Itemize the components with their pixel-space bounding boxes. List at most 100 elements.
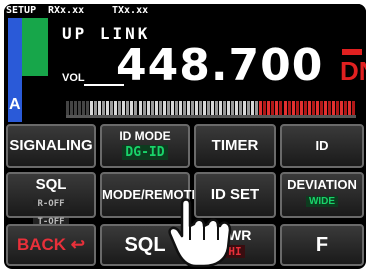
meter-segment [263, 101, 267, 115]
dn-mode-indicator: DN [340, 56, 366, 86]
meter-segment [82, 101, 86, 115]
meter-segment [74, 101, 78, 115]
meter-segment [215, 101, 219, 115]
meter-segment [211, 101, 215, 115]
pointing-hand-icon [168, 198, 232, 268]
f-label: F [315, 234, 329, 256]
meter-segment [198, 101, 202, 115]
signaling-button[interactable]: SIGNALING [6, 124, 96, 168]
sql-button[interactable]: SQL R-OFF T-OFF [6, 172, 96, 227]
meter-segment [307, 101, 311, 115]
meter-segment [174, 101, 178, 115]
meter-segment [319, 101, 323, 115]
id-mode-value: DG-ID [122, 145, 168, 160]
meter-segment [142, 101, 146, 115]
meter-segment [194, 101, 198, 115]
meter-segment [206, 101, 210, 115]
meter-segment [219, 101, 223, 115]
meter-segment [186, 101, 190, 115]
meter-segment [126, 101, 130, 115]
meter-segment [267, 101, 271, 115]
sql-label: SQL [35, 176, 67, 193]
meter-segment [279, 101, 283, 115]
status-bar: SETUP RXx.xx TXx.xx [4, 4, 366, 18]
deviation-value: WIDE [305, 196, 339, 207]
meter-segment [311, 101, 315, 115]
dn-tab [342, 49, 362, 55]
meter-segment [351, 101, 355, 115]
meter-segment [251, 101, 255, 115]
meter-segment [339, 101, 343, 115]
meter-segment [98, 101, 102, 115]
f-button[interactable]: F [280, 224, 364, 266]
meter-segment [327, 101, 331, 115]
frequency-display: 448.700 [116, 40, 324, 91]
meter-segment [291, 101, 295, 115]
meter-segment [178, 101, 182, 115]
setup-label: SETUP [6, 5, 37, 16]
meter-segment [90, 101, 94, 115]
meter-segment [202, 101, 206, 115]
signal-meter [66, 101, 356, 115]
meter-segment [259, 101, 263, 115]
meter-segment [323, 101, 327, 115]
back-arrow-icon: ↩ [70, 235, 86, 254]
meter-segment [106, 101, 110, 115]
meter-segment [138, 101, 142, 115]
meter-segment [158, 101, 162, 115]
meter-segment [162, 101, 166, 115]
meter-segment [271, 101, 275, 115]
vol-label: VOL [62, 72, 85, 84]
meter-segment [130, 101, 134, 115]
meter-segment [78, 101, 82, 115]
id-announce-button[interactable]: ID ANNOUNCE [280, 124, 364, 193]
sql-value-rx: R-OFF [33, 200, 69, 209]
meter-segment [231, 101, 235, 115]
meter-segment [331, 101, 335, 115]
meter-segment [182, 101, 186, 115]
meter-segment [102, 101, 106, 115]
meter-segment [247, 101, 251, 115]
meter-segment [299, 101, 303, 115]
meter-segment [110, 101, 114, 115]
meter-segment [223, 101, 227, 115]
back-label: BACK [16, 235, 67, 254]
meter-segment [347, 101, 351, 115]
meter-segment [146, 101, 150, 115]
meter-segment [134, 101, 138, 115]
meter-segment [295, 101, 299, 115]
meter-segment [154, 101, 158, 115]
timer-label: TIMER [211, 137, 259, 154]
meter-segment [70, 101, 74, 115]
signaling-label: SIGNALING [9, 137, 93, 154]
meter-segment [239, 101, 243, 115]
meter-segment [114, 101, 118, 115]
meter-segment [190, 101, 194, 115]
meter-segment [275, 101, 279, 115]
timer-button[interactable]: TIMER [194, 124, 276, 168]
meter-segment [170, 101, 174, 115]
meter-segment [255, 101, 259, 115]
id-mode-button[interactable]: ID MODE DG-ID [100, 124, 190, 168]
meter-segment [66, 101, 70, 115]
id-mode-label: ID MODE [119, 129, 171, 143]
signal-indicator [22, 18, 48, 76]
meter-segment [243, 101, 247, 115]
meter-segment [94, 101, 98, 115]
meter-base [66, 115, 356, 118]
meter-segment [283, 101, 287, 115]
deviation-label: DEVIATION [287, 177, 357, 192]
meter-segment [315, 101, 319, 115]
meter-segment [86, 101, 90, 115]
meter-segment [118, 101, 122, 115]
meter-segment [150, 101, 154, 115]
deviation-button[interactable]: DEVIATION WIDE [280, 172, 364, 218]
meter-segment [287, 101, 291, 115]
meter-segment [235, 101, 239, 115]
meter-segment [227, 101, 231, 115]
meter-segment [343, 101, 347, 115]
meter-segment [335, 101, 339, 115]
back-button[interactable]: BACK ↩ [6, 224, 96, 266]
meter-segment [303, 101, 307, 115]
meter-segment [122, 101, 126, 115]
